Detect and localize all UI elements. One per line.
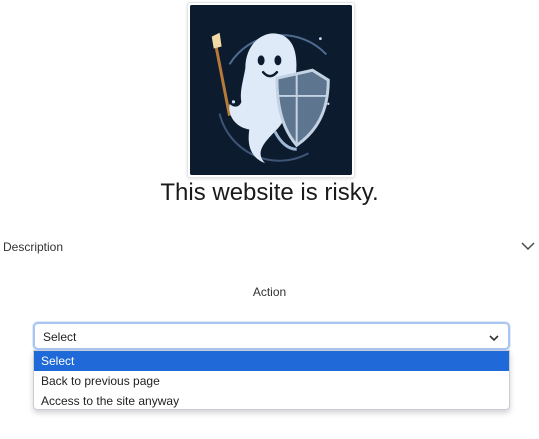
action-dropdown-list: Select Back to previous page Access to t… [33, 350, 510, 410]
option-select[interactable]: Select [34, 351, 509, 371]
description-label: Description [3, 240, 64, 254]
page-title: This website is risky. [160, 179, 379, 206]
option-back-to-previous-page[interactable]: Back to previous page [34, 371, 509, 391]
site-logo [187, 2, 355, 178]
action-label: Action [252, 285, 287, 299]
action-select[interactable]: Select [33, 322, 510, 350]
description-toggle[interactable]: Description [0, 236, 539, 260]
chevron-down-icon[interactable] [488, 331, 500, 343]
option-access-site-anyway[interactable]: Access to the site anyway [34, 391, 509, 411]
chevron-down-icon[interactable] [520, 238, 536, 254]
select-current-value: Select [43, 330, 77, 344]
ghost-with-shield-icon [190, 5, 352, 175]
